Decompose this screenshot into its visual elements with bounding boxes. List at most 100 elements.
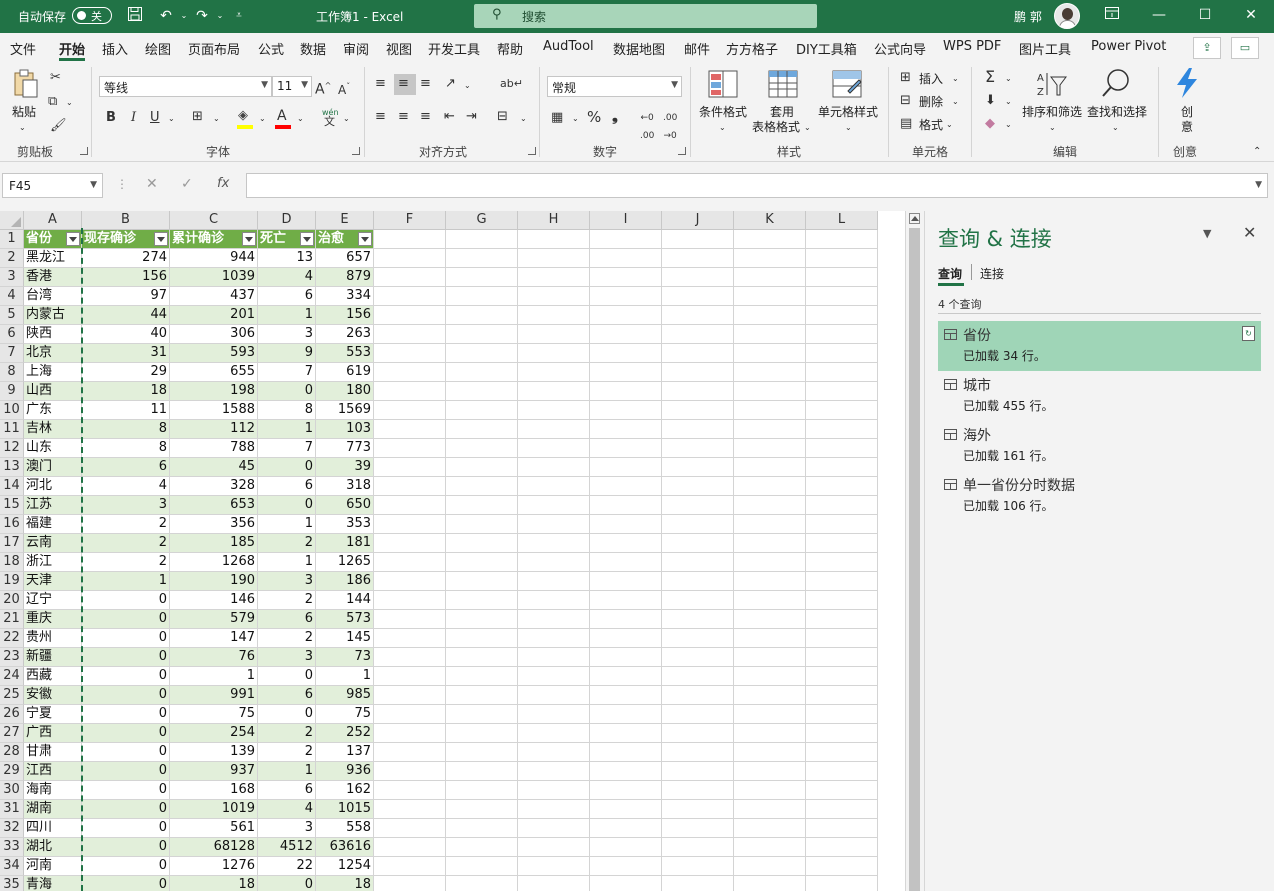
empty-cell[interactable] <box>590 610 662 629</box>
sort-filter-button[interactable]: 排序和筛选 <box>1022 103 1082 120</box>
empty-cell[interactable] <box>806 686 878 705</box>
empty-cell[interactable] <box>446 401 518 420</box>
format-cells-button[interactable]: 格式 <box>919 116 943 133</box>
tab-help[interactable]: 帮助 <box>497 39 523 58</box>
empty-cell[interactable] <box>734 610 806 629</box>
empty-cell[interactable] <box>590 876 662 891</box>
empty-cell[interactable] <box>806 515 878 534</box>
table-cell[interactable]: 1254 <box>316 857 374 876</box>
table-cell[interactable]: 广东 <box>24 401 82 420</box>
empty-cell[interactable] <box>734 781 806 800</box>
row-header[interactable]: 32 <box>0 819 24 838</box>
empty-cell[interactable] <box>446 477 518 496</box>
table-cell[interactable]: 3 <box>258 819 316 838</box>
redo-icon[interactable]: ↷ <box>192 6 212 26</box>
empty-cell[interactable] <box>590 572 662 591</box>
cut-icon[interactable]: ✂ <box>50 69 61 87</box>
empty-cell[interactable] <box>806 572 878 591</box>
empty-cell[interactable] <box>662 344 734 363</box>
empty-cell[interactable] <box>374 876 446 891</box>
empty-cell[interactable] <box>446 629 518 648</box>
table-cell[interactable]: 22 <box>258 857 316 876</box>
table-cell[interactable]: 0 <box>82 781 170 800</box>
save-icon[interactable] <box>125 6 145 26</box>
empty-cell[interactable] <box>518 344 590 363</box>
empty-cell[interactable] <box>806 857 878 876</box>
table-cell[interactable]: 0 <box>82 762 170 781</box>
row-header[interactable]: 8 <box>0 363 24 382</box>
vertical-scrollbar[interactable] <box>905 211 922 891</box>
row-header[interactable]: 27 <box>0 724 24 743</box>
empty-cell[interactable] <box>734 420 806 439</box>
expand-formula-bar-icon[interactable]: ▼ <box>1255 180 1262 190</box>
empty-cell[interactable] <box>374 591 446 610</box>
table-cell[interactable]: 山西 <box>24 382 82 401</box>
empty-cell[interactable] <box>518 819 590 838</box>
empty-cell[interactable] <box>518 477 590 496</box>
table-cell[interactable]: 2 <box>258 534 316 553</box>
column-header[interactable]: H <box>518 211 590 230</box>
row-header[interactable]: 23 <box>0 648 24 667</box>
ribbon-display-options-icon[interactable] <box>1089 0 1135 33</box>
table-cell[interactable]: 2 <box>82 553 170 572</box>
empty-cell[interactable] <box>446 648 518 667</box>
row-header[interactable]: 35 <box>0 876 24 891</box>
paste-dropdown-icon[interactable]: ⌄ <box>19 119 26 137</box>
empty-cell[interactable] <box>374 667 446 686</box>
empty-cell[interactable] <box>374 534 446 553</box>
table-cell[interactable]: 68128 <box>170 838 258 857</box>
empty-cell[interactable] <box>734 705 806 724</box>
empty-cell[interactable] <box>518 496 590 515</box>
copy-icon[interactable]: ⧉ <box>48 93 57 111</box>
row-header[interactable]: 20 <box>0 591 24 610</box>
empty-cell[interactable] <box>806 496 878 515</box>
orientation-dropdown-icon[interactable]: ⌄ <box>464 77 471 95</box>
scrollbar-thumb[interactable] <box>909 228 920 891</box>
filter-dropdown-icon[interactable] <box>300 232 314 246</box>
empty-cell[interactable] <box>374 401 446 420</box>
empty-cell[interactable] <box>734 401 806 420</box>
table-cell[interactable]: 558 <box>316 819 374 838</box>
empty-cell[interactable] <box>806 800 878 819</box>
empty-cell[interactable] <box>446 458 518 477</box>
lightning-icon[interactable] <box>1173 67 1201 99</box>
table-cell[interactable]: 0 <box>82 724 170 743</box>
empty-cell[interactable] <box>734 743 806 762</box>
empty-cell[interactable] <box>518 268 590 287</box>
filter-dropdown-icon[interactable] <box>358 232 372 246</box>
row-header[interactable]: 16 <box>0 515 24 534</box>
accounting-dropdown-icon[interactable]: ⌄ <box>572 110 579 128</box>
empty-cell[interactable] <box>518 439 590 458</box>
empty-cell[interactable] <box>662 306 734 325</box>
empty-cell[interactable] <box>590 306 662 325</box>
table-cell[interactable]: 186 <box>316 572 374 591</box>
table-cell[interactable]: 0 <box>82 648 170 667</box>
table-cell[interactable]: 广西 <box>24 724 82 743</box>
table-cell[interactable]: 8 <box>258 401 316 420</box>
table-cell[interactable]: 内蒙古 <box>24 306 82 325</box>
tab-draw[interactable]: 绘图 <box>145 39 171 58</box>
empty-cell[interactable] <box>806 420 878 439</box>
scroll-up-icon[interactable] <box>909 213 920 224</box>
table-cell[interactable]: 河北 <box>24 477 82 496</box>
table-cell[interactable]: 40 <box>82 325 170 344</box>
table-cell[interactable]: 1 <box>258 515 316 534</box>
empty-cell[interactable] <box>590 781 662 800</box>
table-cell[interactable]: 788 <box>170 439 258 458</box>
table-cell[interactable]: 75 <box>170 705 258 724</box>
empty-cell[interactable] <box>446 686 518 705</box>
avatar[interactable] <box>1054 3 1080 29</box>
empty-cell[interactable] <box>590 838 662 857</box>
undo-icon[interactable]: ↶ <box>156 6 176 26</box>
italic-button[interactable]: I <box>131 109 136 127</box>
empty-cell[interactable] <box>518 705 590 724</box>
empty-cell[interactable] <box>590 363 662 382</box>
column-header[interactable]: A <box>24 211 82 230</box>
empty-cell[interactable] <box>374 306 446 325</box>
select-all-button[interactable] <box>0 211 24 230</box>
column-header[interactable]: F <box>374 211 446 230</box>
empty-cell[interactable] <box>446 743 518 762</box>
empty-cell[interactable] <box>734 363 806 382</box>
empty-cell[interactable] <box>374 287 446 306</box>
table-cell[interactable]: 陕西 <box>24 325 82 344</box>
